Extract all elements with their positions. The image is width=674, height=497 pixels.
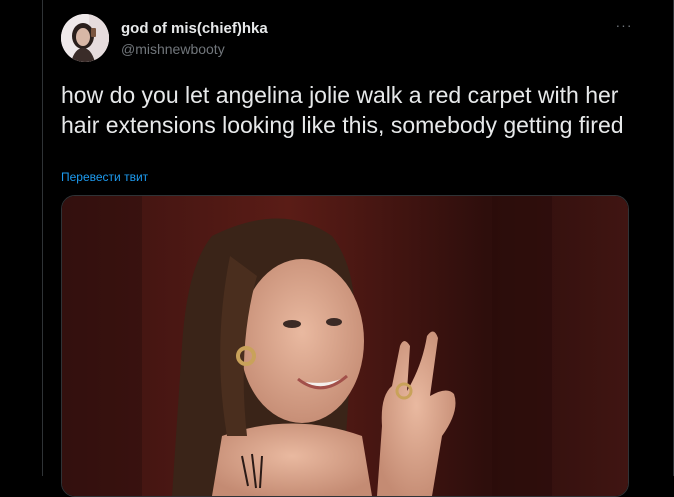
- translate-tweet-link[interactable]: Перевести твит: [61, 170, 148, 184]
- tweet-text: how do you let angelina jolie walk a red…: [61, 82, 624, 138]
- more-dots-icon[interactable]: ···: [609, 18, 639, 36]
- avatar-image: [61, 14, 109, 62]
- tweet-card[interactable]: god of mis(chief)hka @mishnewbooty ··· h…: [42, 0, 674, 497]
- photo-image: [62, 196, 628, 496]
- avatar[interactable]: [61, 14, 109, 62]
- display-name[interactable]: god of mis(chief)hka: [121, 20, 268, 37]
- user-handle[interactable]: @mishnewbooty: [121, 41, 225, 57]
- tweet-photo[interactable]: [61, 195, 629, 497]
